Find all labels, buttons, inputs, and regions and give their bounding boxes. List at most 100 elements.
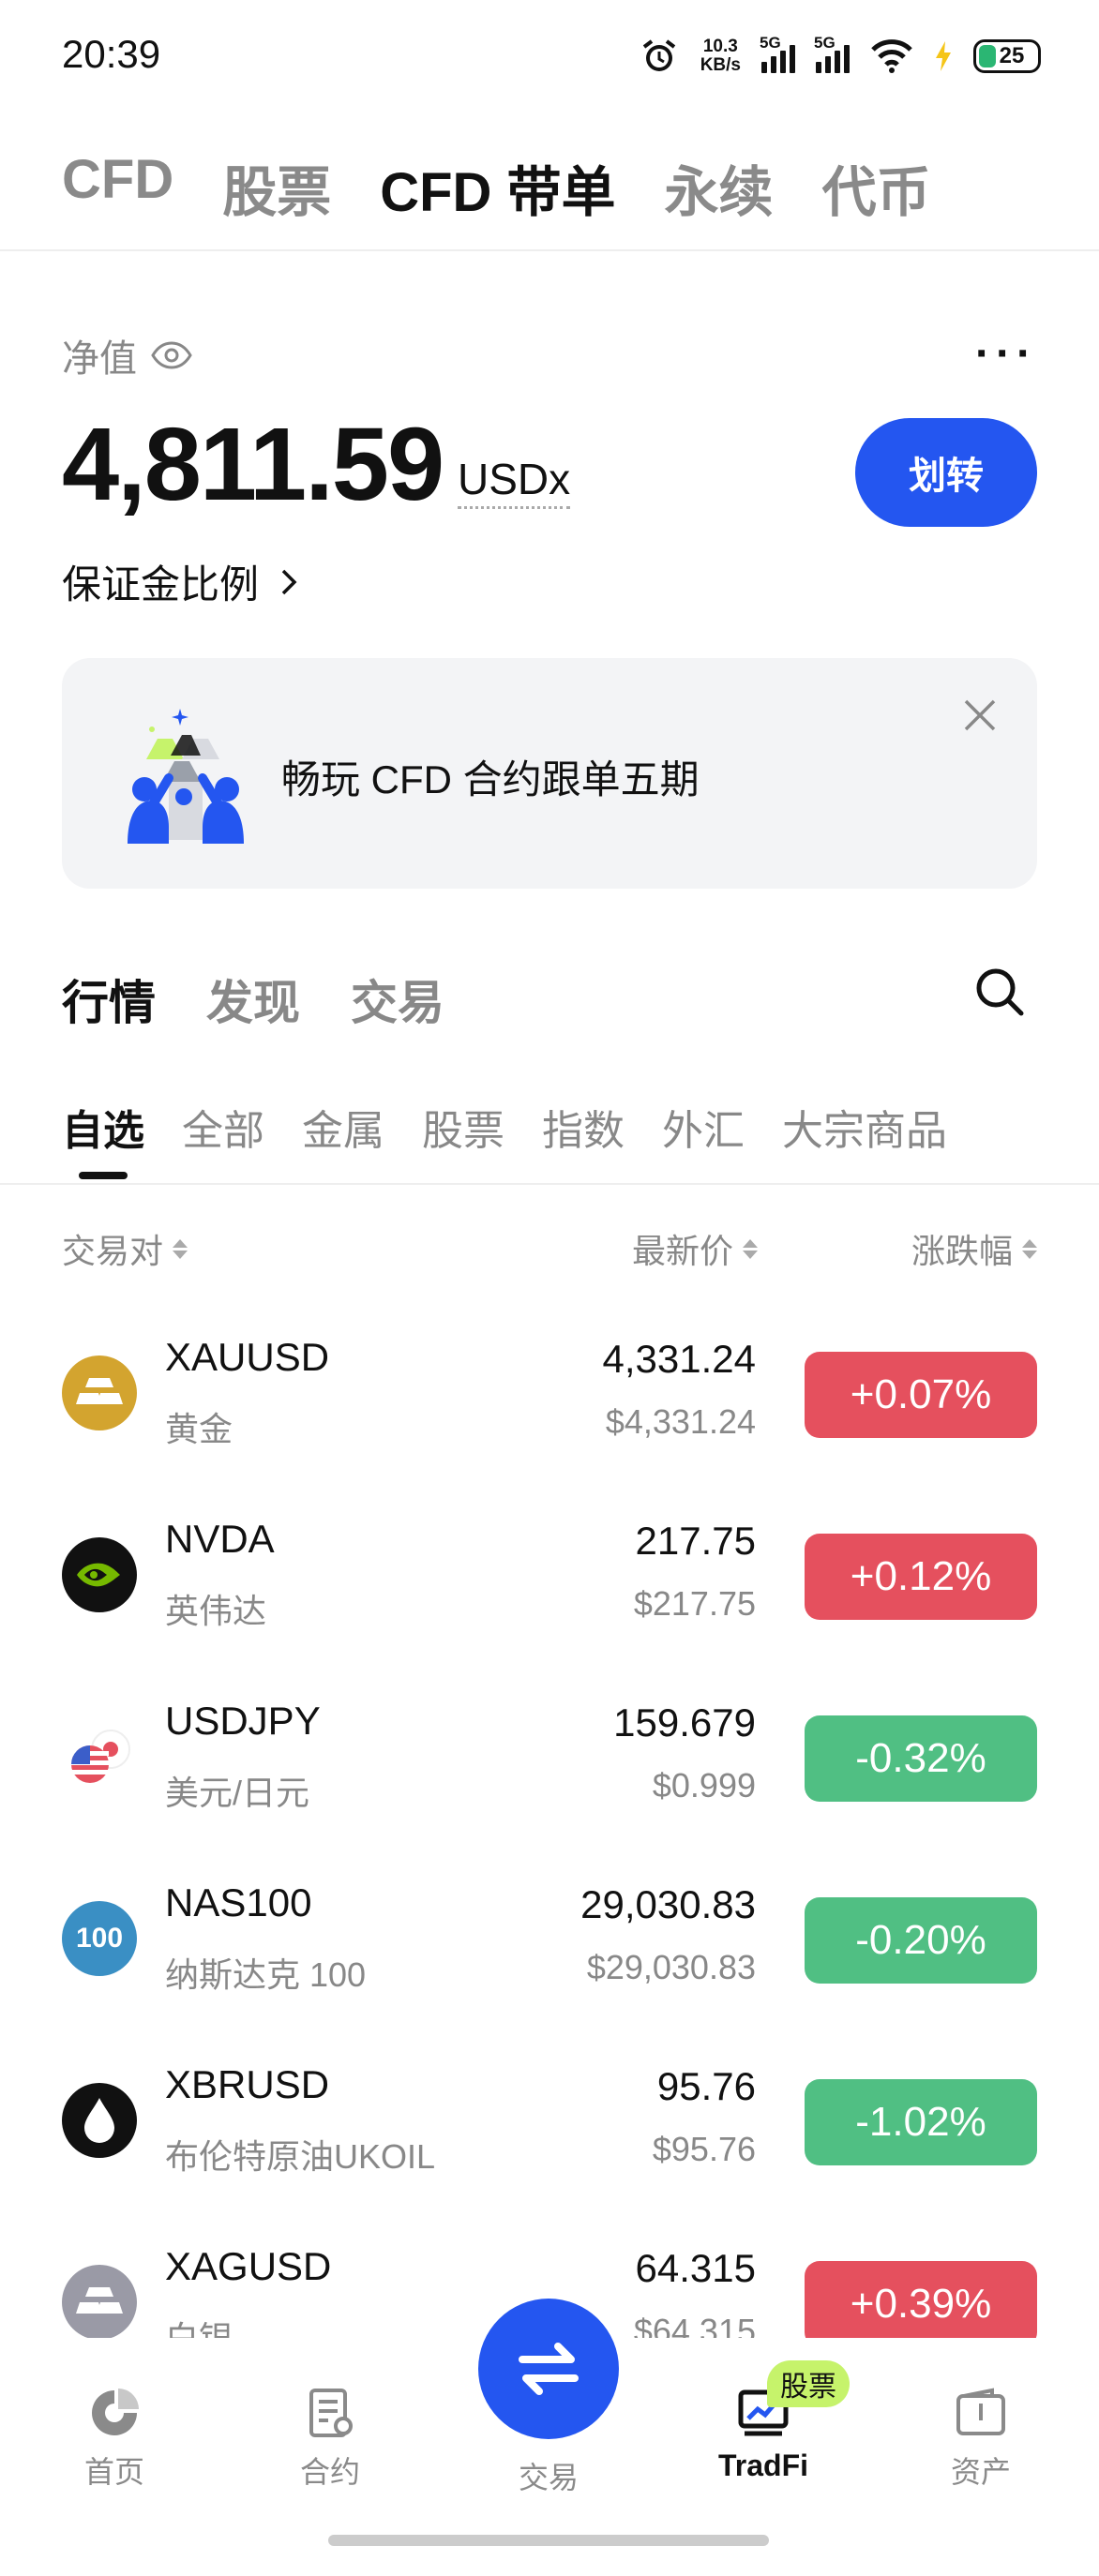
row-price: 4,331.24 [602,1337,757,1381]
category-tab-forex[interactable]: 外汇 [662,1097,745,1157]
header-change[interactable]: 涨跌幅 [911,1224,1037,1273]
net-speed-value: 10.3 [702,37,738,56]
chevron-right-icon [281,569,297,594]
row-symbol: USDJPY [165,1699,321,1743]
tab-trade[interactable]: 交易 [351,966,444,1033]
row-symbol: XAUUSD [165,1335,330,1379]
sort-icon [743,1238,758,1259]
market-row-usdjpy[interactable]: USDJPY 美元/日元 159.679 $0.999 -0.32% [0,1676,1099,1858]
row-usd-price: $95.76 [652,2130,756,2168]
swap-icon [519,2343,579,2395]
us-jp-flag-icon [62,1719,137,1794]
category-tab-watchlist[interactable]: 自选 [62,1097,144,1157]
row-price: 217.75 [635,1519,756,1563]
more-menu-icon[interactable]: ··· [975,332,1037,377]
nav-assets-label: 资产 [950,2455,1011,2489]
nav-contract[interactable]: 合约 [264,2385,396,2492]
category-tab-indices[interactable]: 指数 [542,1097,625,1157]
row-symbol: XBRUSD [165,2062,330,2106]
nav-tradfi-label: TradFi [717,2449,808,2482]
row-usd-price: $64.315 [633,2312,756,2338]
market-row-nvda[interactable]: NVDA 英伟达 217.75 $217.75 +0.12% [0,1494,1099,1676]
row-change-badge[interactable]: +0.07% [805,1352,1037,1438]
silver-bars-icon [62,2265,137,2338]
market-row-xbrusd[interactable]: XBRUSD 布伦特原油UKOIL 95.76 $95.76 -1.02% [0,2040,1099,2222]
header-pair[interactable]: 交易对 [62,1224,188,1273]
gold-bars-icon [62,1355,137,1430]
tab-cfd-copy[interactable]: CFD 带单 [380,148,615,227]
signal-label: 5G [760,34,781,52]
row-name: 英伟达 [165,1592,267,1630]
promo-illustration-icon [128,709,244,844]
row-price: 95.76 [656,2064,756,2108]
row-change-badge[interactable]: +0.39% [805,2261,1037,2338]
home-indicator[interactable] [328,2535,769,2546]
tab-perpetual[interactable]: 永续 [665,148,774,227]
header-price[interactable]: 最新价 [632,1224,758,1273]
row-name: 布伦特原油UKOIL [165,2137,436,2176]
contract-icon [309,2389,353,2437]
header-price-label: 最新价 [631,1232,733,1270]
equity-value: 4,811.59 [62,407,444,522]
margin-ratio-label: 保证金比例 [62,562,260,607]
nav-trade-label[interactable]: 交易 [478,2454,619,2497]
tab-cfd[interactable]: CFD [62,148,173,227]
row-name: 白银 [165,2312,233,2338]
home-icon [92,2389,139,2435]
tab-discover[interactable]: 发现 [206,966,300,1033]
category-tab-commodities[interactable]: 大宗商品 [782,1097,947,1157]
signal-5g-1-icon: 5G [760,34,795,73]
equity-label: 净值 [62,328,193,382]
wallet-icon [956,2388,1005,2435]
nvidia-logo-icon [62,1537,137,1612]
equity-label-text: 净值 [62,338,137,380]
tab-stocks[interactable]: 股票 [222,148,331,227]
row-name: 纳斯达克 100 [165,1955,367,1994]
market-row-xauusd[interactable]: XAUUSD 黄金 4,331.24 $4,331.24 +0.07% [0,1312,1099,1494]
trade-fab-button[interactable] [478,2299,619,2439]
row-price: 29,030.83 [580,1882,756,1926]
category-tab-stocks[interactable]: 股票 [422,1097,504,1157]
row-symbol: XAGUSD [165,2244,332,2288]
row-change-badge[interactable]: -0.20% [805,1897,1037,1984]
market-row-nas100[interactable]: 100 NAS100 纳斯达克 100 29,030.83 $29,030.83… [0,1858,1099,2040]
row-change-badge[interactable]: -0.32% [805,1715,1037,1802]
nav-home[interactable]: 首页 [49,2385,180,2492]
nas100-icon: 100 [62,1901,137,1976]
nav-home-label: 首页 [83,2455,144,2489]
row-price: 64.315 [635,2246,756,2290]
charging-icon [936,41,951,71]
row-change-badge[interactable]: -1.02% [805,2079,1037,2165]
category-divider [0,1183,1099,1185]
transfer-button[interactable]: 划转 [855,418,1037,527]
margin-ratio-link[interactable]: 保证金比例 [62,553,298,610]
category-tab-all[interactable]: 全部 [182,1097,264,1157]
top-tabs: CFD 股票 CFD 带单 永续 代币 [62,148,931,227]
search-icon[interactable] [973,966,1026,1018]
status-bar: 20:39 10.3 KB/s 5G 5G 25 [0,0,1099,112]
row-usd-price: $29,030.83 [586,1948,756,1986]
oil-drop-icon [62,2083,137,2158]
eye-icon[interactable] [150,341,193,369]
wifi-icon [871,39,912,73]
row-name: 黄金 [165,1410,233,1448]
nav-assets[interactable]: 资产 [915,2385,1046,2492]
category-tab-metals[interactable]: 金属 [302,1097,384,1157]
status-time: 20:39 [62,32,161,76]
header-pair-label: 交易对 [62,1232,164,1270]
equity-unit[interactable]: USDx [458,454,571,509]
active-tab-indicator [79,1172,128,1179]
stock-badge: 股票 [767,2360,850,2407]
section-tabs: 行情 发现 交易 [62,966,444,1033]
category-tabs: 自选 全部 金属 股票 指数 外汇 大宗商品 [62,1097,947,1157]
tab-tokens[interactable]: 代币 [822,148,931,227]
row-change-badge[interactable]: +0.12% [805,1534,1037,1620]
tab-market[interactable]: 行情 [62,966,156,1033]
net-speed: 10.3 KB/s [700,37,741,75]
row-name: 美元/日元 [165,1774,310,1812]
close-icon[interactable] [962,697,998,733]
row-usd-price: $4,331.24 [605,1402,756,1441]
net-speed-unit: KB/s [700,55,741,75]
promo-banner[interactable]: 畅玩 CFD 合约跟单五期 [62,658,1037,889]
sort-icon [1022,1238,1037,1259]
